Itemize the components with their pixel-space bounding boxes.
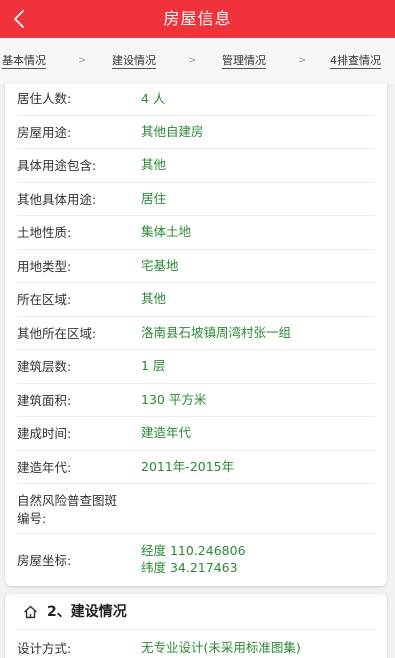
detail-value: 建造年代 [141, 425, 192, 440]
detail-label: 用地类型: [17, 259, 72, 274]
detail-label: 房屋用途: [17, 125, 72, 140]
detail-label: 设计方式: [17, 641, 72, 656]
detail-label: 其他所在区域: [17, 326, 97, 341]
detail-label: 建造年代: [17, 460, 72, 475]
detail-row: 房屋坐标: 经度 110.246806 纬度 34.217463 [17, 534, 375, 586]
detail-value: 130 平方米 [141, 392, 207, 407]
detail-row: 建成时间: 建造年代 [17, 417, 375, 451]
detail-row: 设计方式: 无专业设计(未采用标准图集) [17, 630, 375, 658]
detail-value: 无专业设计(未采用标准图集) [141, 640, 301, 655]
back-button[interactable] [6, 6, 32, 32]
detail-value: 宅基地 [141, 258, 179, 273]
home-icon [24, 605, 37, 619]
detail-value: 4 人 [141, 91, 166, 106]
detail-row: 建造年代: 2011年-2015年 [17, 451, 375, 484]
detail-value: 洛南县石坡镇周湾村张一组 [141, 325, 292, 340]
detail-row: 所在区域: 其他 [17, 283, 375, 317]
detail-label: 土地性质: [17, 225, 72, 240]
section-title: 2、建设情况 [47, 604, 127, 620]
tab-construction-info[interactable]: 建设情况 [112, 53, 156, 69]
detail-row: 房屋用途: 其他自建房 [17, 116, 375, 149]
detail-label: 建筑层数: [17, 359, 72, 374]
detail-label: 编号: [17, 511, 47, 526]
latitude-value: 纬度 34.217463 [141, 560, 238, 575]
detail-row: 用地类型: 宅基地 [17, 250, 375, 283]
page-title: 房屋信息 [163, 9, 232, 28]
tab-basic-info[interactable]: 基本情况 [2, 53, 46, 69]
detail-row: 具体用途包含: 其他 [17, 149, 375, 183]
detail-label: 自然风险普查图斑 [17, 493, 118, 508]
detail-row: 其他具体用途: 居住 [17, 183, 375, 216]
construction-card: 2、建设情况 设计方式: 无专业设计(未采用标准图集) [5, 594, 387, 658]
longitude-value: 经度 110.246806 [141, 543, 246, 558]
detail-row: 建筑层数: 1 层 [17, 350, 375, 384]
detail-label: 建成时间: [17, 426, 72, 441]
detail-label: 居住人数: [17, 91, 72, 106]
detail-label: 所在区域: [17, 292, 72, 307]
detail-value: 其他 [141, 291, 167, 306]
top-bar: 房屋信息 [0, 0, 395, 38]
detail-label: 其他具体用途: [17, 192, 97, 207]
detail-value: 集体土地 [141, 224, 192, 239]
detail-label: 房屋坐标: [17, 553, 72, 568]
step-separator: > [78, 55, 87, 66]
detail-label: 具体用途包含: [17, 158, 97, 173]
detail-row: 自然风险普查图斑 编号: [17, 484, 375, 534]
detail-value: 1 层 [141, 358, 166, 373]
detail-label: 建筑面积: [17, 393, 72, 408]
detail-row: 居住人数: 4 人 [17, 84, 375, 116]
detail-value: 2011年-2015年 [141, 459, 235, 474]
step-separator: > [298, 55, 307, 66]
detail-value: 其他 [141, 157, 167, 172]
step-tabs: 基本情况 > 建设情况 > 管理情况 > 4排查情况 [0, 38, 395, 84]
basic-info-card: 居住人数: 4 人 房屋用途: 其他自建房 具体用途包含: 其他 其他具体用途:… [5, 84, 387, 586]
tab-inspection-info[interactable]: 4排查情况 [330, 53, 381, 69]
detail-value: 居住 [141, 191, 167, 206]
detail-row: 其他所在区域: 洛南县石坡镇周湾村张一组 [17, 317, 375, 350]
section-header: 2、建设情况 [17, 594, 375, 630]
chevron-left-icon [14, 10, 24, 28]
detail-value: 其他自建房 [141, 124, 204, 139]
detail-row: 建筑面积: 130 平方米 [17, 384, 375, 417]
step-separator: > [188, 55, 197, 66]
detail-row: 土地性质: 集体土地 [17, 216, 375, 250]
tab-management-info[interactable]: 管理情况 [222, 53, 266, 69]
